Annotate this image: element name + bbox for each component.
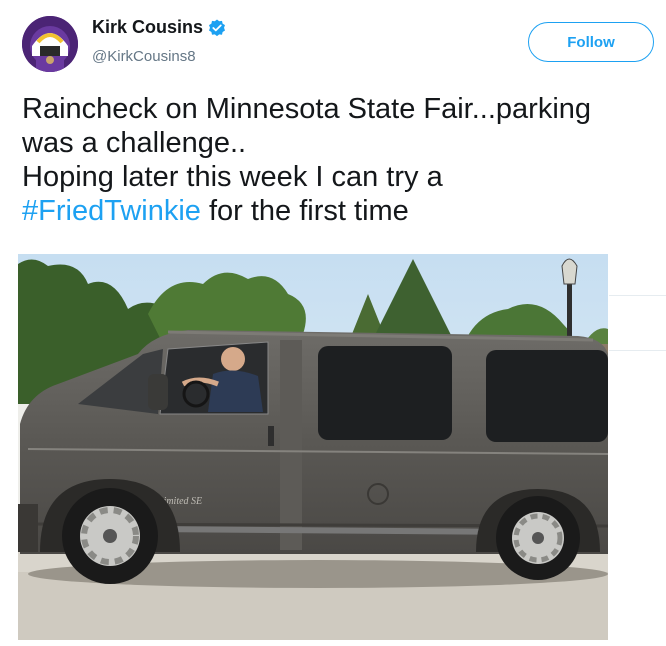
- author-row: Kirk Cousins: [92, 17, 226, 38]
- follow-button[interactable]: Follow: [528, 22, 654, 62]
- author-handle[interactable]: @KirkCousins8: [92, 48, 196, 65]
- verified-badge-icon: [208, 19, 226, 37]
- tweet-text-line: was a challenge..: [22, 127, 247, 159]
- tweet-text: Raincheck on Minnesota State Fair...park…: [22, 92, 652, 228]
- front-wheel: [62, 488, 158, 584]
- avatar[interactable]: [22, 16, 78, 72]
- divider: [609, 295, 666, 296]
- hashtag-link[interactable]: #FriedTwinkie: [22, 195, 201, 227]
- rear-wheel: [496, 496, 580, 580]
- tweet-text-tail: for the first time: [200, 195, 409, 227]
- divider: [609, 350, 666, 351]
- tweet-text-line: #FriedTwinkie for the first time: [22, 194, 652, 228]
- author-name[interactable]: Kirk Cousins: [92, 17, 203, 38]
- tweet-text-line: Raincheck on Minnesota State Fair...park…: [22, 93, 592, 125]
- tweet-photo[interactable]: Limited SE: [18, 254, 608, 640]
- tweet-text-line: Hoping later this week I can try a: [22, 161, 443, 193]
- tweet-card: Kirk Cousins @KirkCousins8 Follow Rainch…: [0, 0, 666, 646]
